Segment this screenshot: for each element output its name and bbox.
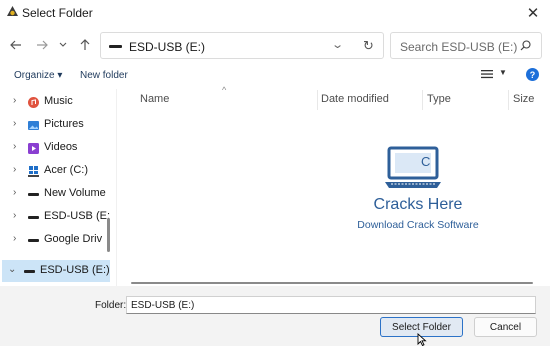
chevron-right-icon[interactable]: › [13, 141, 16, 152]
up-button[interactable] [75, 27, 95, 63]
title-bar: Select Folder ✕ [0, 0, 550, 26]
address-bar[interactable]: ESD-USB (E:) ⌄ ↻ [100, 32, 384, 59]
mouse-cursor-icon [417, 333, 427, 346]
watermark-icon-letter: C [421, 154, 431, 169]
tree-item-videos[interactable]: › Videos [0, 137, 112, 159]
drive-icon [28, 193, 39, 196]
column-header-type[interactable]: Type [427, 93, 451, 105]
tree-item-label: ESD-USB (E: [44, 210, 111, 222]
arrow-up-icon [80, 39, 90, 50]
drive-icon [28, 216, 39, 219]
column-divider[interactable] [317, 90, 318, 110]
organize-button[interactable]: Organize ▾ [14, 70, 62, 81]
app-icon [7, 6, 18, 16]
chevron-right-icon[interactable]: › [13, 164, 16, 175]
folder-field[interactable] [126, 296, 536, 314]
navigation-pane: › Music › Pictures › Videos › Acer (C:) … [0, 89, 112, 286]
navigation-scrollbar[interactable] [107, 218, 110, 252]
recent-locations-button[interactable] [56, 27, 70, 63]
chevron-right-icon[interactable]: › [13, 95, 16, 106]
horizontal-scrollbar[interactable] [131, 282, 533, 284]
watermark-title: Cracks Here [373, 196, 463, 213]
help-icon[interactable]: ? [526, 68, 539, 81]
tree-item-label: Pictures [44, 118, 84, 130]
tree-item-music[interactable]: › Music [0, 91, 112, 113]
navigation-bar: ESD-USB (E:) ⌄ ↻ Search ESD-USB (E:) [0, 27, 550, 63]
new-folder-button[interactable]: New folder [80, 70, 128, 81]
chevron-down-icon [59, 42, 67, 47]
drive-icon [109, 45, 122, 48]
tree-item-label: Music [44, 95, 73, 107]
column-header-size[interactable]: Size [513, 93, 534, 105]
chevron-right-icon[interactable]: › [13, 233, 16, 244]
column-divider[interactable] [422, 90, 423, 110]
close-button[interactable]: ✕ [516, 0, 550, 26]
videos-icon [28, 143, 39, 154]
tree-item-esd-usb-selected[interactable]: ⌄ ESD-USB (E:) [2, 260, 110, 282]
sort-caret-icon: ^ [222, 85, 227, 95]
tree-item-acer-c[interactable]: › Acer (C:) [0, 160, 112, 182]
arrow-right-icon [37, 40, 48, 50]
watermark: C Cracks Here Download Crack Software [355, 146, 545, 236]
address-text: ESD-USB (E:) [129, 40, 206, 54]
tree-item-label: Google Driv [44, 233, 103, 245]
cancel-button[interactable]: Cancel [474, 317, 537, 337]
tree-item-label: Videos [44, 141, 78, 153]
chevron-down-icon[interactable]: ⌄ [8, 264, 16, 275]
tree-item-label: ESD-USB (E:) [40, 264, 110, 276]
command-bar: Organize ▾ New folder ▼ ? [0, 63, 550, 89]
view-dropdown-icon[interactable]: ▼ [499, 68, 507, 77]
tree-item-label: New Volume [44, 187, 106, 199]
tree-item-label: Acer (C:) [44, 164, 88, 176]
watermark-subtitle: Download Crack Software [357, 219, 479, 231]
search-placeholder: Search ESD-USB (E:) [400, 40, 518, 54]
chevron-right-icon[interactable]: › [13, 118, 16, 129]
windows-drive-icon [28, 166, 39, 177]
tree-item-esd-usb[interactable]: › ESD-USB (E: [0, 206, 112, 228]
tree-item-google-drive[interactable]: › Google Driv [0, 229, 112, 251]
dialog-footer: Folder: Select Folder Cancel [0, 286, 550, 346]
arrow-left-icon [10, 40, 21, 50]
folder-input[interactable] [127, 297, 535, 313]
monitor-logo-icon [385, 146, 441, 188]
search-box[interactable]: Search ESD-USB (E:) [390, 32, 542, 59]
address-dropdown-icon[interactable]: ⌄ [331, 38, 344, 51]
refresh-icon[interactable]: ↻ [363, 38, 374, 54]
drive-icon [24, 270, 35, 273]
search-icon [520, 40, 531, 51]
music-icon [28, 97, 39, 108]
folder-label: Folder: [95, 300, 127, 311]
back-button[interactable] [6, 27, 26, 63]
chevron-right-icon[interactable]: › [13, 187, 16, 198]
forward-button[interactable] [32, 27, 52, 63]
chevron-right-icon[interactable]: › [13, 210, 16, 221]
tree-item-new-volume[interactable]: › New Volume [0, 183, 112, 205]
column-divider[interactable] [508, 90, 509, 110]
tree-item-pictures[interactable]: › Pictures [0, 114, 112, 136]
column-header-date-modified[interactable]: Date modified [321, 93, 389, 105]
pictures-icon [28, 121, 39, 130]
view-options-icon[interactable] [481, 69, 493, 79]
drive-icon [28, 239, 39, 242]
column-header-name[interactable]: Name [140, 93, 169, 105]
window-title: Select Folder [22, 6, 93, 20]
